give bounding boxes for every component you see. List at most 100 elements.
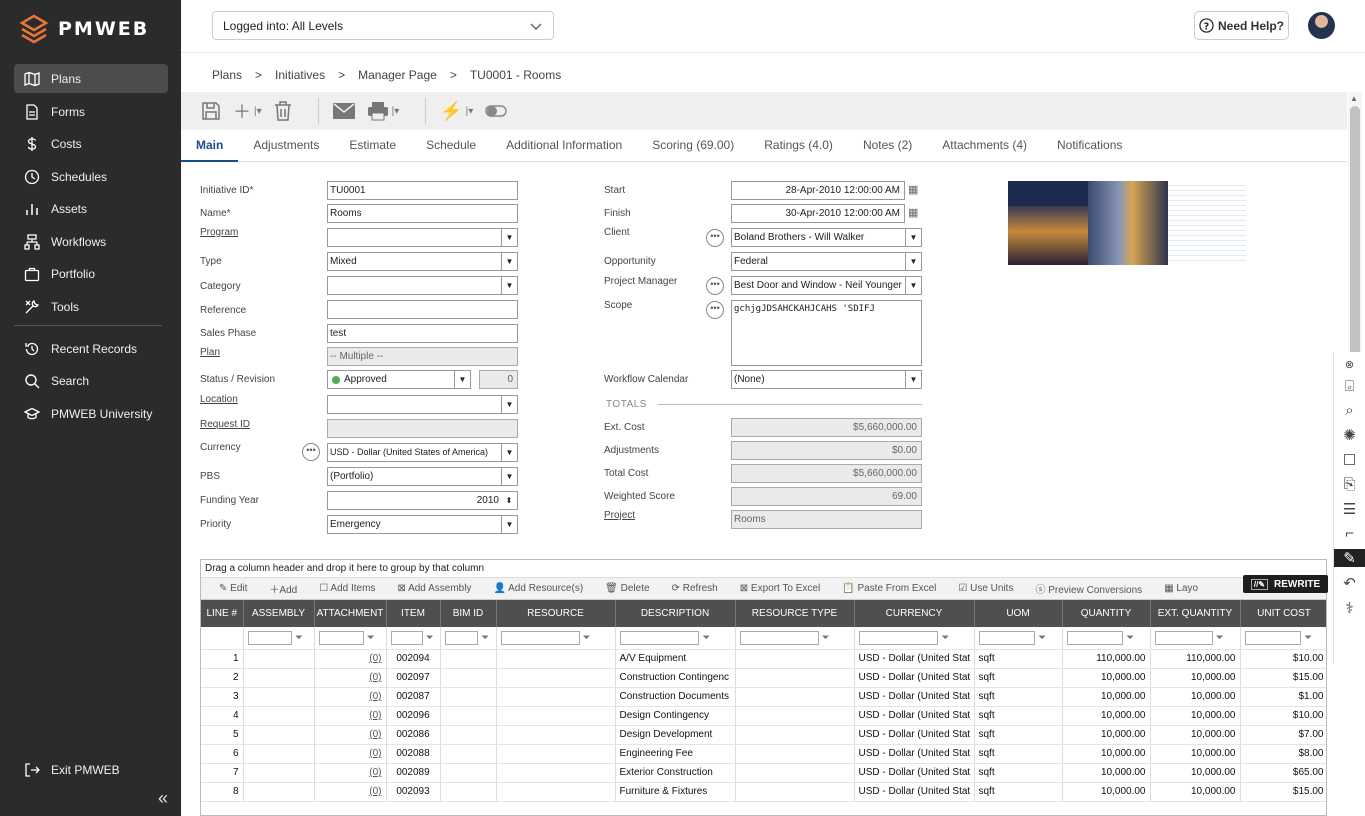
program-select[interactable]: ▼ (327, 228, 518, 247)
table-row[interactable]: 7 (0) 002089 Exterior Construction USD - Dol… (201, 763, 1326, 783)
funding-year-stepper[interactable]: 2010 ⬍ (327, 491, 518, 510)
screenshot-icon[interactable]: ⌻ (1345, 378, 1354, 395)
program-link[interactable]: Program (200, 227, 238, 238)
filter-input[interactable] (1244, 630, 1302, 645)
column-header[interactable]: QUANTITY (1062, 600, 1151, 627)
undo-icon[interactable]: ↶ (1343, 574, 1356, 592)
toggle-icon[interactable] (485, 104, 508, 118)
tab-main[interactable]: Main (181, 131, 239, 162)
filter-icon[interactable]: ⏷ (295, 632, 303, 643)
column-header[interactable]: ATTACHMENT (314, 600, 387, 627)
tab-notes[interactable]: Notes (2) (848, 131, 927, 162)
table-cell[interactable]: (0) (314, 668, 387, 688)
sidebar-item-portfolio[interactable]: Portfolio (14, 259, 168, 288)
help-button[interactable]: ? Need Help? (1194, 11, 1289, 40)
filter-input[interactable] (1154, 630, 1213, 645)
column-header[interactable]: BIM ID (440, 600, 497, 627)
sidebar-item-search[interactable]: Search (14, 366, 168, 395)
column-filter[interactable]: ⏷ (1062, 627, 1151, 650)
filter-icon[interactable]: ⏷ (1126, 632, 1134, 643)
column-header[interactable]: LINE # (201, 600, 244, 627)
type-select[interactable]: Mixed ▼ (327, 252, 518, 271)
chat-icon[interactable]: ☐ (1343, 451, 1356, 469)
more-icon[interactable]: ••• (706, 229, 724, 247)
column-filter[interactable]: ⏷ (854, 627, 975, 650)
print-icon[interactable]: |▾ (367, 101, 399, 121)
filter-icon[interactable]: ⏷ (582, 632, 590, 643)
filter-icon[interactable]: ⏷ (426, 632, 434, 643)
save-icon[interactable] (201, 101, 221, 121)
table-row[interactable]: 4 (0) 002096 Design Contingency USD - Dollar… (201, 706, 1326, 726)
opportunity-select[interactable]: Federal ▼ (731, 252, 922, 271)
column-header[interactable]: CURRENCY (854, 600, 975, 627)
table-cell[interactable]: (0) (314, 706, 387, 726)
calendar-icon[interactable]: ▦ (908, 183, 918, 196)
exit-button[interactable]: Exit PMWEB (14, 755, 168, 784)
column-filter[interactable] (201, 627, 244, 650)
status-select[interactable]: Approved ▼ (327, 370, 471, 389)
scroll-up-icon[interactable]: ▲ (1350, 94, 1358, 103)
start-field[interactable]: 28-Apr-2010 12:00:00 AM (731, 181, 905, 200)
preview-conversions-button[interactable]: ⓢ Preview Conversions (1035, 581, 1142, 596)
tab-estimate[interactable]: Estimate (334, 131, 411, 162)
paint-roller-icon[interactable]: ⌐ (1345, 525, 1354, 542)
tab-adjustments[interactable]: Adjustments (238, 131, 334, 162)
sidebar-item-plans[interactable]: Plans (14, 64, 168, 93)
column-header[interactable]: UNIT COST (1240, 600, 1326, 627)
email-icon[interactable] (332, 103, 355, 119)
location-select[interactable]: ▼ (327, 395, 518, 414)
column-filter[interactable]: ⏷ (974, 627, 1063, 650)
spinner-icon[interactable]: ⬍ (501, 492, 517, 509)
paste-excel-button[interactable]: 📋 Paste From Excel (842, 583, 936, 594)
building-photo[interactable] (1088, 181, 1168, 265)
document-thumbnail[interactable] (1168, 181, 1246, 265)
table-cell[interactable]: (0) (314, 782, 387, 802)
table-row[interactable]: 1 (0) 002094 A/V Equipment USD - Dollar (Uni… (201, 649, 1326, 669)
column-filter[interactable]: ⏷ (314, 627, 387, 650)
category-select[interactable]: ▼ (327, 276, 518, 295)
column-header[interactable]: UOM (974, 600, 1063, 627)
layout-button[interactable]: ▦ Layo (1164, 583, 1198, 594)
filter-input[interactable] (390, 630, 423, 645)
filter-input[interactable] (500, 630, 580, 645)
document-search-icon[interactable]: ⎘ (1343, 476, 1355, 493)
column-header[interactable]: DESCRIPTION (615, 600, 736, 627)
filter-input[interactable] (318, 630, 364, 645)
trash-icon[interactable] (274, 101, 292, 121)
column-filter[interactable]: ⏷ (735, 627, 855, 650)
collapse-sidebar-icon[interactable]: « (158, 788, 168, 809)
filter-icon[interactable]: ⏷ (821, 632, 829, 643)
tab-scoring[interactable]: Scoring (69.00) (637, 131, 749, 162)
sidebar-item-workflows[interactable]: Workflows (14, 227, 168, 256)
filter-input[interactable] (619, 630, 700, 645)
breadcrumb-manager-page[interactable]: Manager Page (358, 68, 437, 82)
column-header[interactable]: RESOURCE (496, 600, 616, 627)
filter-icon[interactable]: ⏷ (1216, 632, 1224, 643)
add-items-button[interactable]: ☐ Add Items (319, 583, 375, 594)
filter-input[interactable] (858, 630, 939, 645)
lightning-icon[interactable]: ⚡ |▾ (440, 101, 473, 122)
tab-ratings[interactable]: Ratings (4.0) (749, 131, 848, 162)
filter-input[interactable] (1066, 630, 1124, 645)
tab-schedule[interactable]: Schedule (411, 131, 491, 162)
avatar[interactable] (1308, 12, 1335, 39)
workflow-calendar-select[interactable]: (None) ▼ (731, 370, 922, 389)
column-filter[interactable]: ⏷ (440, 627, 497, 650)
column-filter[interactable]: ⏷ (386, 627, 441, 650)
filter-input[interactable] (247, 630, 293, 645)
building-photo[interactable] (1008, 181, 1088, 265)
plan-link[interactable]: Plan (200, 347, 220, 358)
group-by-bar[interactable]: Drag a column header and drop it here to… (201, 560, 1326, 578)
more-icon[interactable]: ••• (302, 443, 320, 461)
tab-attachments[interactable]: Attachments (4) (927, 131, 1042, 162)
table-cell[interactable]: (0) (314, 687, 387, 707)
finish-field[interactable]: 30-Apr-2010 12:00:00 AM (731, 204, 905, 223)
table-cell[interactable]: (0) (314, 763, 387, 783)
column-header[interactable]: ASSEMBLY (243, 600, 315, 627)
use-units-checkbox[interactable]: ☑ Use Units (958, 583, 1013, 594)
table-cell[interactable]: (0) (314, 744, 387, 764)
ai-icon[interactable]: ✺ (1343, 426, 1356, 444)
table-row[interactable]: 6 (0) 002088 Engineering Fee USD - Dollar (U… (201, 744, 1326, 764)
column-filter[interactable]: ⏷ (1240, 627, 1326, 650)
pencil-icon[interactable]: ✎ (1333, 549, 1365, 567)
